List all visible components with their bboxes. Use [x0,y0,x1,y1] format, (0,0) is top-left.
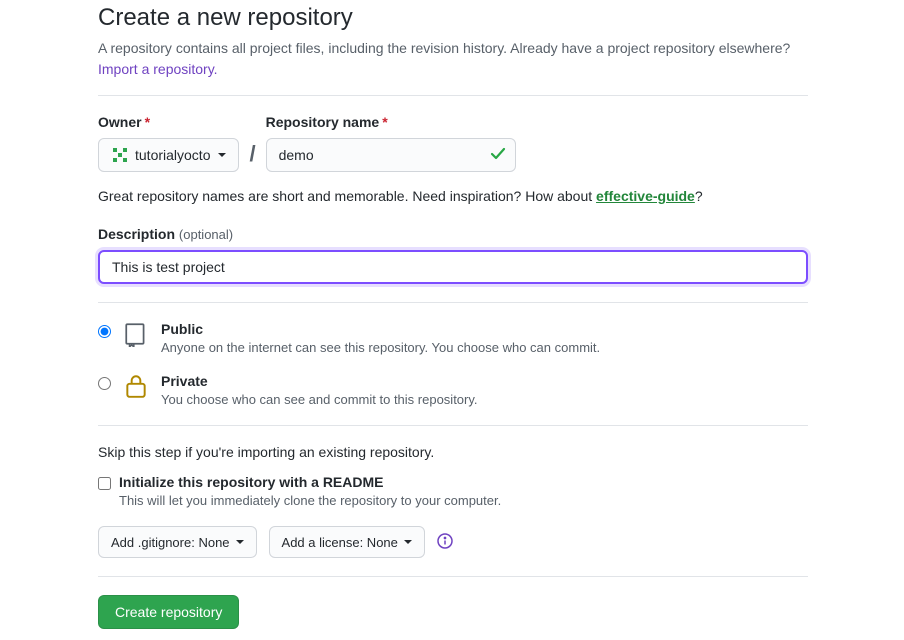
private-subtitle: You choose who can see and commit to thi… [161,392,478,407]
owner-select-button[interactable]: tutorialyocto [98,138,239,172]
repo-name-label: Repository name* [266,114,516,130]
readme-label: Initialize this repository with a README [119,474,383,490]
path-separator: / [249,141,255,172]
owner-name: tutorialyocto [135,147,210,163]
public-subtitle: Anyone on the internet can see this repo… [161,340,600,355]
description-label: Description (optional) [98,226,233,242]
readme-subtitle: This will let you immediately clone the … [119,493,808,508]
public-title: Public [161,321,600,337]
owner-avatar-icon [111,146,129,164]
repo-name-input[interactable] [266,138,516,172]
gitignore-select-button[interactable]: Add .gitignore: None [98,526,257,558]
divider [98,576,808,577]
create-repository-button[interactable]: Create repository [98,595,239,629]
check-icon [490,146,506,165]
import-repository-link[interactable]: Import a repository. [98,61,218,77]
caret-down-icon [218,153,226,157]
page-subtitle: A repository contains all project files,… [98,40,790,56]
divider [98,95,808,96]
divider [98,302,808,303]
private-radio[interactable] [98,377,111,390]
divider [98,425,808,426]
page-title: Create a new repository [98,4,808,32]
readme-checkbox[interactable] [98,477,111,490]
name-hint-text: Great repository names are short and mem… [98,188,596,204]
owner-label: Owner* [98,114,239,130]
description-input[interactable] [98,250,808,284]
repo-icon [123,321,149,347]
info-icon[interactable] [437,533,453,552]
public-radio[interactable] [98,325,111,338]
caret-down-icon [404,540,412,544]
lock-icon [123,373,149,399]
name-hint-suffix: ? [695,188,703,204]
suggested-name-link[interactable]: effective-guide [596,188,695,204]
private-title: Private [161,373,478,389]
license-select-button[interactable]: Add a license: None [269,526,425,558]
skip-note: Skip this step if you're importing an ex… [98,444,808,460]
caret-down-icon [236,540,244,544]
